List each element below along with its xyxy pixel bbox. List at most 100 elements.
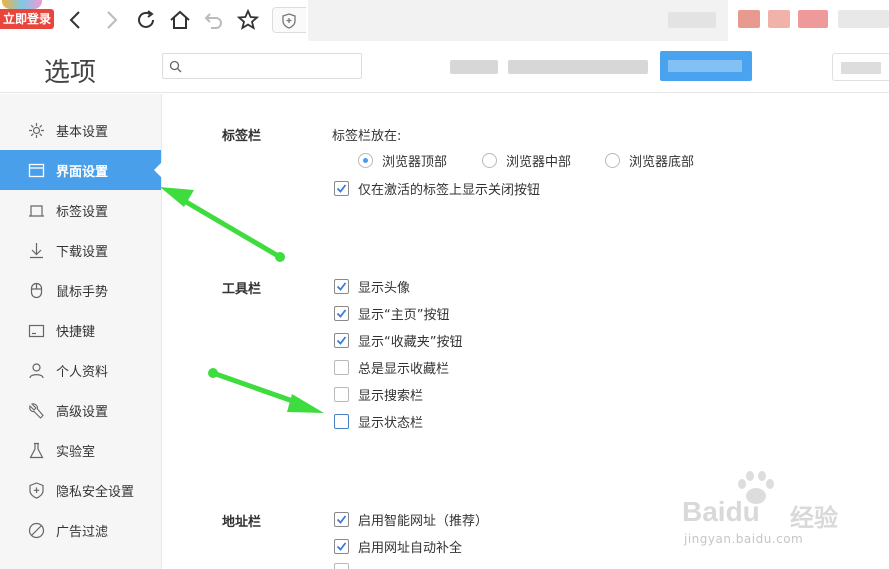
radio-label: 浏览器底部: [629, 155, 695, 170]
home-icon[interactable]: [168, 8, 192, 32]
checkbox-smart-url[interactable]: 启用智能网址（推荐）: [334, 510, 488, 529]
checkbox[interactable]: [334, 181, 349, 196]
sidebar-item-label: 标签设置: [56, 204, 109, 220]
checkbox-always-bookmarks[interactable]: 总是显示收藏栏: [334, 358, 449, 377]
blurred-right-control[interactable]: [832, 53, 889, 81]
checkbox[interactable]: [334, 512, 349, 527]
sidebar-item-download[interactable]: 下载设置: [0, 230, 161, 270]
checkbox-label: 显示状态栏: [358, 416, 424, 431]
sidebar-item-label: 基本设置: [56, 124, 109, 140]
checkmark-icon: [336, 309, 347, 318]
checkbox-label: 仅在激活的标签上显示关闭按钮: [358, 183, 541, 198]
checkbox-label: 总是显示收藏栏: [358, 362, 450, 377]
blurred-action-button[interactable]: [660, 51, 752, 81]
checkbox[interactable]: [334, 360, 349, 375]
sidebar-item-adblock[interactable]: 广告过滤: [0, 510, 161, 550]
checkbox-show-avatar[interactable]: 显示头像: [334, 277, 410, 296]
checkbox[interactable]: [334, 279, 349, 294]
page-title: 选项: [44, 58, 97, 88]
watermark-url: jingyan.baidu.com: [684, 532, 804, 546]
flask-icon: [29, 442, 44, 458]
blurred-extension: [768, 10, 790, 28]
radio-tabbar-middle[interactable]: 浏览器中部: [482, 151, 571, 170]
user-icon: [29, 362, 44, 378]
options-window: 立即登录 选项 基本设置 界面设置 标签设置 下载设置 鼠标手势 快捷键 个人资…: [0, 0, 889, 569]
mouse-icon: [30, 282, 43, 298]
sidebar-item-label: 鼠标手势: [56, 284, 109, 300]
checkbox-label: 启用网址自动补全: [358, 541, 463, 556]
watermark: Baidu 经验 jingyan.baidu.com: [682, 470, 882, 550]
blurred-extension: [838, 10, 889, 28]
checkmark-icon: [336, 542, 347, 551]
blurred-user: [450, 60, 498, 74]
sidebar-item-lab[interactable]: 实验室: [0, 430, 161, 470]
checkmark-icon: [336, 184, 347, 193]
checkbox-show-statusbar[interactable]: 显示状态栏: [334, 412, 423, 431]
blurred-address: [308, 0, 728, 44]
checkbox[interactable]: [334, 333, 349, 348]
search-box[interactable]: [162, 53, 362, 79]
watermark-brand: Baidu: [682, 496, 760, 527]
sidebar-item-shortcuts[interactable]: 快捷键: [0, 310, 161, 350]
sidebar-item-label: 下载设置: [56, 244, 109, 260]
sidebar-item-mouse[interactable]: 鼠标手势: [0, 270, 161, 310]
checkbox[interactable]: [334, 306, 349, 321]
checkbox-label: 启用智能网址（推荐）: [358, 514, 489, 529]
checkbox-show-search[interactable]: 显示搜索栏: [334, 385, 423, 404]
checkmark-icon: [336, 336, 347, 345]
radio-tabbar-bottom[interactable]: 浏览器底部: [605, 151, 694, 170]
checkbox-show-favorites[interactable]: 显示“收藏夹”按钮: [334, 331, 462, 350]
star-icon[interactable]: [236, 8, 260, 32]
blurred-extension: [738, 10, 760, 28]
section-title-addressbar: 地址栏: [222, 515, 262, 530]
sidebar-item-basic[interactable]: 基本设置: [0, 110, 161, 150]
radio-button[interactable]: [482, 153, 497, 168]
checkbox[interactable]: [334, 563, 349, 569]
gear-icon: [29, 122, 44, 138]
block-icon: [28, 522, 45, 538]
sidebar-item-advanced[interactable]: 高级设置: [0, 390, 161, 430]
refresh-icon[interactable]: [134, 8, 158, 32]
radio-tabbar-top[interactable]: 浏览器顶部: [358, 151, 447, 170]
tab-icon: [29, 204, 44, 217]
checkbox[interactable]: [334, 539, 349, 554]
checkbox[interactable]: [334, 387, 349, 402]
watermark-brand-cn: 经验: [790, 504, 838, 532]
checkmark-icon: [336, 282, 347, 291]
login-badge[interactable]: 立即登录: [0, 9, 55, 29]
section-title-toolbar: 工具栏: [222, 282, 262, 297]
checkbox-label: 显示“收藏夹”按钮: [358, 335, 463, 350]
undo-icon[interactable]: [202, 8, 226, 32]
keyboard-icon: [28, 324, 45, 337]
tabbar-position-text: 标签栏放在:: [332, 129, 402, 144]
security-shield-icon: [282, 13, 296, 29]
radio-label: 浏览器顶部: [382, 155, 448, 170]
browser-logo-icon: [2, 0, 42, 9]
checkbox-cut-off[interactable]: [334, 563, 358, 569]
sidebar-item-privacy[interactable]: 隐私安全设置: [0, 470, 161, 510]
checkbox-close-on-active[interactable]: 仅在激活的标签上显示关闭按钮: [334, 179, 540, 198]
checkbox-label: 显示“主页”按钮: [358, 308, 450, 323]
sidebar-item-profile[interactable]: 个人资料: [0, 350, 161, 390]
window-icon: [28, 163, 45, 177]
section-title-tabbar: 标签栏: [222, 129, 262, 144]
search-icon: [169, 60, 182, 73]
checkbox-url-autocomplete[interactable]: 启用网址自动补全: [334, 537, 462, 556]
checkmark-icon: [336, 515, 347, 524]
search-input[interactable]: [187, 57, 357, 75]
back-icon[interactable]: [64, 8, 88, 32]
radio-button[interactable]: [358, 153, 373, 168]
sidebar-item-label: 广告过滤: [56, 524, 109, 540]
wrench-icon: [29, 402, 44, 419]
sidebar-item-label: 隐私安全设置: [56, 484, 135, 500]
sidebar-item-label: 快捷键: [56, 324, 96, 340]
sidebar-item-label: 个人资料: [56, 364, 109, 380]
forward-icon[interactable]: [99, 8, 123, 32]
sidebar-item-label: 高级设置: [56, 404, 109, 420]
radio-button[interactable]: [605, 153, 620, 168]
checkbox-show-home[interactable]: 显示“主页”按钮: [334, 304, 449, 323]
address-bar[interactable]: [272, 7, 306, 33]
sidebar-item-tabs[interactable]: 标签设置: [0, 190, 161, 230]
checkbox[interactable]: [334, 414, 349, 429]
sidebar-item-interface[interactable]: 界面设置: [0, 150, 162, 190]
